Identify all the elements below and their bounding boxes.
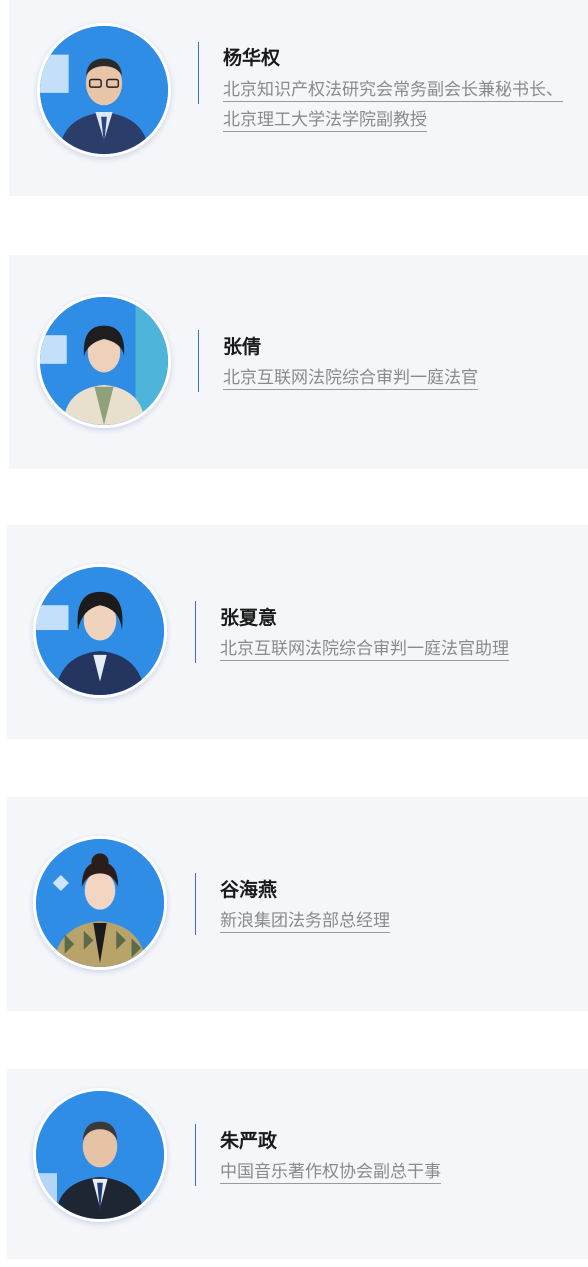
speaker-card: 朱严政 中国音乐著作权协会副总干事 (7, 1069, 588, 1259)
speaker-photo (33, 836, 167, 970)
speaker-card: 张夏意 北京互联网法院综合审判一庭法官助理 (7, 525, 588, 739)
speaker-title: 北京互联网法院综合审判一庭法官助理 (220, 634, 580, 664)
speaker-title: 北京互联网法院综合审判一庭法官 (223, 363, 573, 393)
speaker-title-text[interactable]: 新浪集团法务部总经理 (220, 911, 390, 933)
speaker-card: 张倩 北京互联网法院综合审判一庭法官 (9, 255, 588, 469)
speaker-title-text[interactable]: 中国音乐著作权协会副总干事 (220, 1162, 441, 1184)
speaker-title-text[interactable]: 北京互联网法院综合审判一庭法官助理 (220, 639, 509, 661)
speaker-title: 中国音乐著作权协会副总干事 (220, 1157, 580, 1187)
divider-line (195, 873, 196, 935)
speaker-card: 杨华权 北京知识产权法研究会常务副会长兼秘书长、北京理工大学法学院副教授 (9, 0, 588, 196)
speaker-name: 张夏意 (220, 607, 278, 629)
divider-line (198, 330, 199, 392)
speaker-title: 新浪集团法务部总经理 (220, 906, 580, 936)
speaker-photo (33, 1088, 167, 1222)
speaker-card: 谷海燕 新浪集团法务部总经理 (7, 797, 588, 1011)
speaker-title-text[interactable]: 北京知识产权法研究会常务副会长兼秘书长、北京理工大学法学院副教授 (223, 80, 563, 132)
speaker-title-text[interactable]: 北京互联网法院综合审判一庭法官 (223, 368, 478, 390)
speaker-name: 张倩 (223, 336, 262, 358)
speaker-photo (37, 294, 171, 428)
speaker-name: 杨华权 (223, 47, 281, 69)
speaker-photo (37, 23, 171, 157)
speaker-name: 朱严政 (220, 1130, 278, 1152)
divider-line (195, 1124, 196, 1186)
divider-line (195, 601, 196, 663)
speaker-photo (33, 564, 167, 698)
speaker-name: 谷海燕 (220, 879, 278, 901)
divider-line (198, 42, 199, 104)
speaker-title: 北京知识产权法研究会常务副会长兼秘书长、北京理工大学法学院副教授 (223, 75, 573, 135)
